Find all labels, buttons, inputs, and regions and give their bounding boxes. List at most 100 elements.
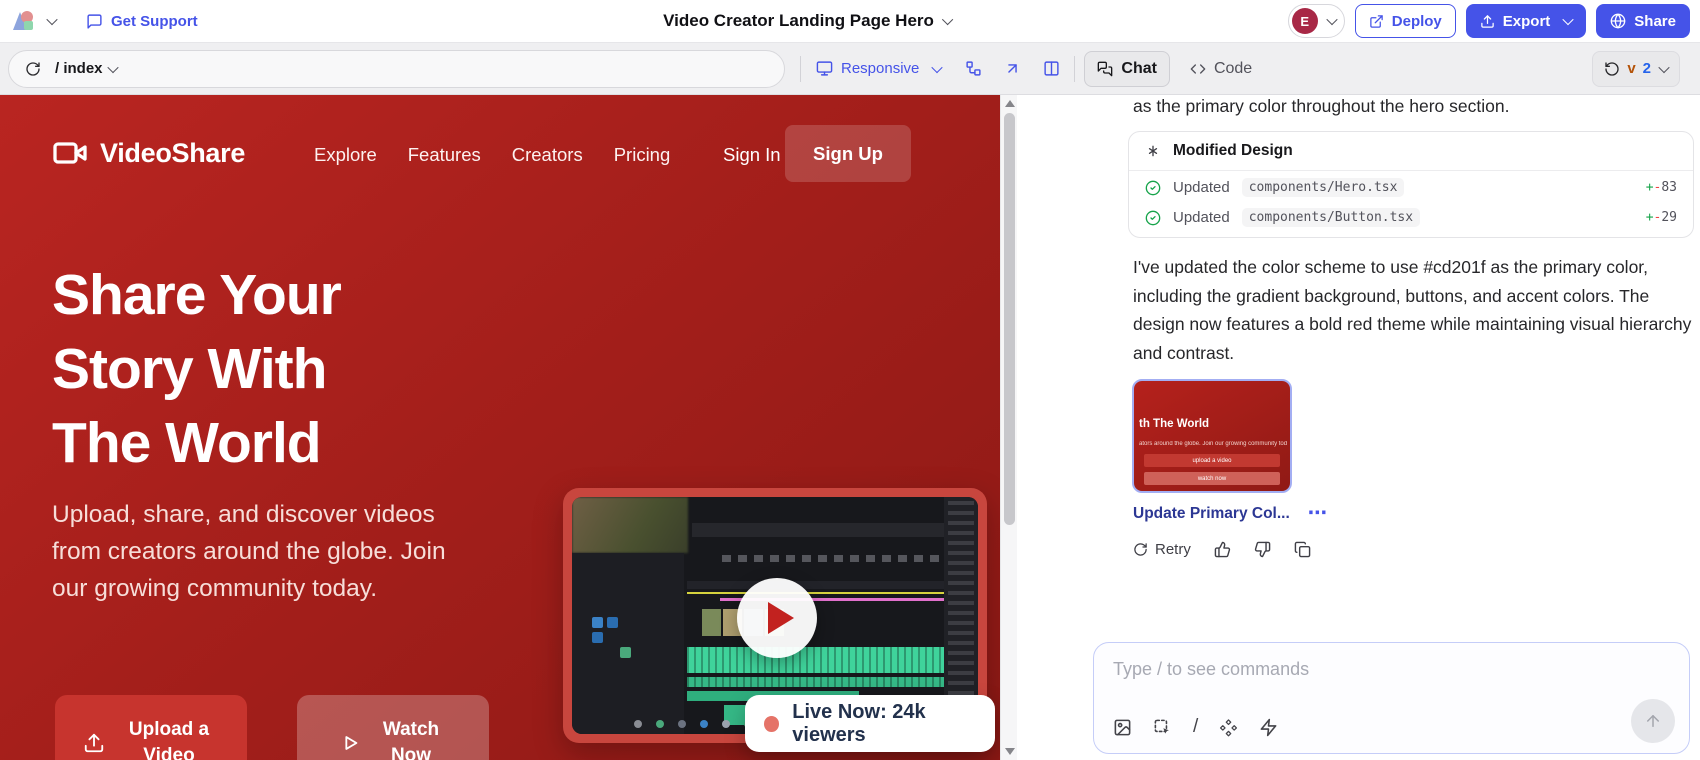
monitor-icon xyxy=(816,60,833,77)
retry-label: Retry xyxy=(1155,541,1191,558)
modified-design-title: Modified Design xyxy=(1173,142,1293,160)
check-circle-icon xyxy=(1145,180,1161,196)
app-window: Get Support Video Creator Landing Page H… xyxy=(0,0,1700,760)
sign-in-link[interactable]: Sign In xyxy=(723,144,781,166)
version-thumbnail[interactable]: th The World ators around the globe. Joi… xyxy=(1132,379,1292,493)
watch-now-button[interactable]: Watch Now xyxy=(297,695,489,760)
version-selector[interactable]: v2 xyxy=(1592,51,1680,87)
tab-chat[interactable]: Chat xyxy=(1084,51,1170,87)
sign-up-label: Sign Up xyxy=(813,143,883,165)
share-button[interactable]: Share xyxy=(1596,4,1690,38)
nav-link-explore[interactable]: Explore xyxy=(314,144,377,166)
live-dot-icon xyxy=(764,716,779,732)
hero-description: Upload, share, and discover videos from … xyxy=(52,496,457,607)
timeline-ruler xyxy=(687,581,973,589)
file-chip[interactable]: components/Button.tsx xyxy=(1242,208,1420,227)
message-actions: Retry xyxy=(1133,541,1311,558)
site-nav-links: Explore Features Creators Pricing xyxy=(314,144,670,166)
account-menu[interactable]: E xyxy=(1288,4,1345,38)
divider xyxy=(800,56,801,82)
tab-chat-label: Chat xyxy=(1121,60,1157,78)
tab-code-label: Code xyxy=(1214,60,1252,78)
tab-code[interactable]: Code xyxy=(1178,51,1264,87)
chevron-down-icon xyxy=(1563,14,1574,25)
update-action-label: Updated xyxy=(1173,209,1230,226)
arrow-up-icon xyxy=(1644,712,1662,730)
history-icon xyxy=(1604,61,1620,77)
device-mode-label: Responsive xyxy=(841,60,919,77)
scrollbar-down-arrow[interactable] xyxy=(1005,748,1015,755)
chat-input[interactable] xyxy=(1113,654,1670,684)
hero-heading-line: Story With xyxy=(52,332,341,406)
retry-button[interactable]: Retry xyxy=(1133,541,1191,558)
chat-panel: as the primary color throughout the hero… xyxy=(1017,95,1700,760)
site-brand[interactable]: VideoShare xyxy=(52,135,245,171)
chevron-down-icon xyxy=(932,61,943,72)
send-button[interactable] xyxy=(1631,699,1675,743)
split-view-icon[interactable] xyxy=(1043,60,1060,77)
upload-icon xyxy=(1480,14,1495,29)
site-navbar: VideoShare Explore Features Creators Pri… xyxy=(52,125,940,185)
nav-link-features[interactable]: Features xyxy=(408,144,481,166)
preview-scrollbar[interactable] xyxy=(1000,95,1017,760)
live-badge-label: Live Now: 24k viewers xyxy=(792,701,995,747)
open-in-new-tab-icon[interactable] xyxy=(1004,60,1021,77)
hero-heading: Share Your Story With The World xyxy=(52,258,341,480)
chat-input-tools: / xyxy=(1113,716,1278,738)
more-options-icon[interactable]: ⋯ xyxy=(1308,509,1328,519)
thumbs-down-icon[interactable] xyxy=(1254,541,1271,558)
url-bar[interactable]: / index xyxy=(8,50,785,88)
device-mode-selector[interactable]: Responsive xyxy=(816,60,941,77)
scrollbar-thumb[interactable] xyxy=(1004,113,1015,525)
check-circle-icon xyxy=(1145,210,1161,226)
video-camera-icon xyxy=(52,135,88,171)
chevron-down-icon xyxy=(46,14,57,25)
messages-icon xyxy=(1097,61,1113,77)
chevron-down-icon xyxy=(107,61,118,72)
route-path: / index xyxy=(55,60,103,77)
route-selector[interactable]: / index xyxy=(55,60,117,77)
timeline-clip xyxy=(702,609,721,636)
modified-design-card: Modified Design Updated components/Hero.… xyxy=(1128,131,1694,238)
project-title-menu[interactable]: Video Creator Landing Page Hero xyxy=(663,11,952,31)
refresh-icon[interactable] xyxy=(25,61,41,77)
deploy-button[interactable]: Deploy xyxy=(1355,4,1456,38)
workflow-icon[interactable] xyxy=(965,60,982,77)
scrollbar-up-arrow[interactable] xyxy=(1005,100,1015,107)
chevron-down-icon xyxy=(1658,61,1669,72)
retry-icon xyxy=(1133,542,1148,557)
zap-icon[interactable] xyxy=(1259,718,1278,737)
upload-video-button[interactable]: Upload a Video xyxy=(55,695,247,760)
app-logo-menu[interactable] xyxy=(10,8,56,34)
share-label: Share xyxy=(1634,13,1676,30)
play-button[interactable] xyxy=(737,578,817,658)
preview-toolbar: / index Responsive xyxy=(0,43,1700,95)
editor-icon xyxy=(592,617,603,628)
attach-image-icon[interactable] xyxy=(1113,718,1132,737)
nav-link-creators[interactable]: Creators xyxy=(512,144,583,166)
file-chip[interactable]: components/Hero.tsx xyxy=(1242,178,1405,197)
toolbar-icon-group xyxy=(965,60,1060,77)
site-preview: VideoShare Explore Features Creators Pri… xyxy=(0,95,1000,760)
copy-icon[interactable] xyxy=(1294,541,1311,558)
thumbs-up-icon[interactable] xyxy=(1214,541,1231,558)
editor-left-panel xyxy=(572,553,684,734)
audio-waveform xyxy=(687,677,973,687)
code-icon xyxy=(1190,61,1206,77)
play-outline-icon xyxy=(339,732,361,754)
top-header: Get Support Video Creator Landing Page H… xyxy=(0,0,1700,43)
editor-icon xyxy=(592,632,603,643)
select-element-icon[interactable] xyxy=(1153,718,1172,737)
get-support-button[interactable]: Get Support xyxy=(86,13,198,30)
editor-preview-thumb xyxy=(572,497,688,553)
version-label[interactable]: Update Primary Col... xyxy=(1133,505,1290,523)
shapes-diamond-icon[interactable] xyxy=(1219,718,1238,737)
export-button[interactable]: Export xyxy=(1466,4,1587,38)
globe-icon xyxy=(1610,13,1626,29)
deploy-label: Deploy xyxy=(1392,13,1442,30)
slash-command-icon[interactable]: / xyxy=(1193,716,1198,738)
nav-link-pricing[interactable]: Pricing xyxy=(614,144,671,166)
thumbnail-watch-button: watch now xyxy=(1144,472,1280,485)
app-logo-icon xyxy=(10,8,36,34)
sign-up-button[interactable]: Sign Up xyxy=(785,125,911,182)
